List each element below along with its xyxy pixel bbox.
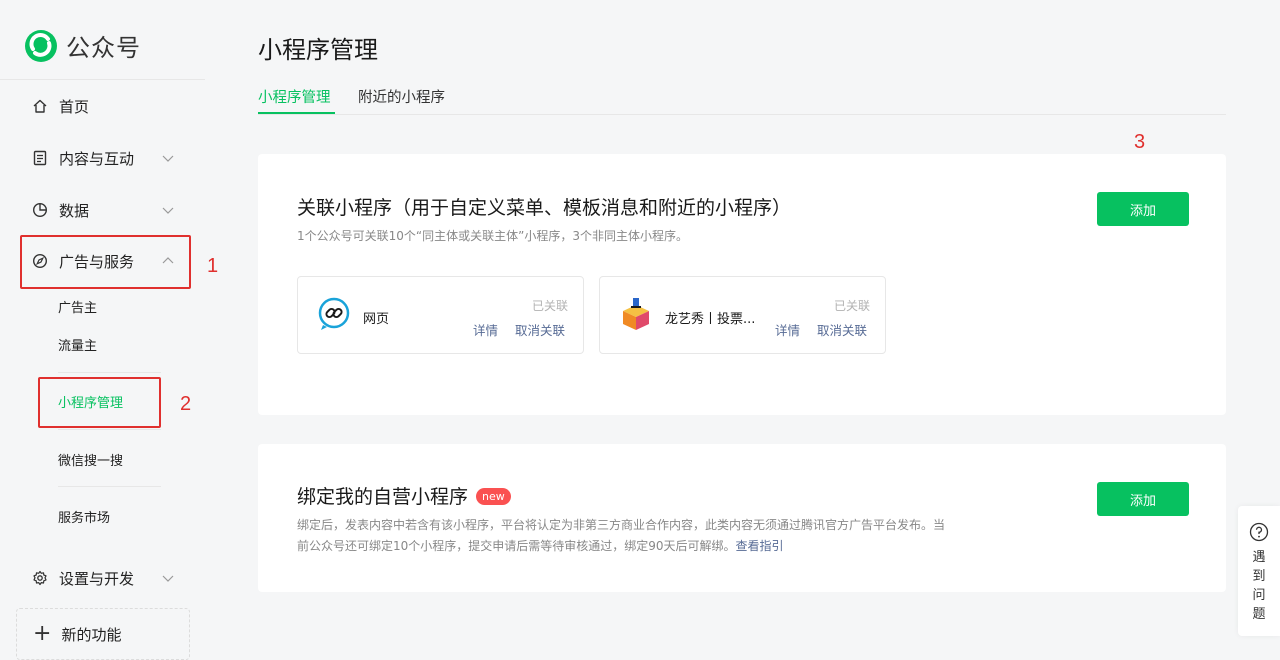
nav-settings-dev[interactable]: 设置与开发: [30, 566, 180, 590]
pie-chart-icon: [30, 200, 50, 220]
sidebar-item-miniprogram-management[interactable]: 小程序管理: [58, 392, 123, 411]
tab-miniprogram-management[interactable]: 小程序管理: [258, 86, 331, 107]
linked-miniprogram-item: 龙艺秀丨投票... 已关联 详情 取消关联: [599, 276, 886, 354]
card-title: 绑定我的自营小程序: [297, 486, 469, 508]
nav-label: 数据: [59, 201, 90, 220]
new-feature-button[interactable]: + 新的功能: [16, 608, 190, 660]
plus-icon: +: [33, 621, 52, 646]
logo[interactable]: 公众号: [24, 28, 141, 63]
card-title: 关联小程序（用于自定义菜单、模板消息和附近的小程序）: [297, 197, 792, 219]
divider: [58, 372, 161, 373]
chevron-down-icon: [162, 155, 174, 162]
nav-label: 内容与互动: [59, 149, 135, 168]
sidebar-item-advertiser[interactable]: 广告主: [58, 297, 97, 316]
nav-content-interaction[interactable]: 内容与互动: [30, 146, 180, 170]
wechat-official-logo-icon: [25, 29, 57, 62]
nav-label: 设置与开发: [59, 569, 135, 588]
nav-home[interactable]: 首页: [30, 94, 180, 118]
page-title: 小程序管理: [258, 36, 378, 64]
help-floating-button[interactable]: 遇到问题: [1238, 506, 1280, 636]
link-icon: [318, 297, 350, 330]
divider: [58, 429, 161, 430]
logo-text: 公众号: [66, 34, 141, 62]
desc-line-1: 绑定后，发表内容中若含有该小程序，平台将认定为非第三方商业合作内容，此类内容无须…: [297, 518, 946, 532]
linked-miniprogram-item: 网页 已关联 详情 取消关联: [297, 276, 584, 354]
unlink-link[interactable]: 取消关联: [515, 320, 565, 339]
card-title-row: 绑定我的自营小程序 new: [297, 482, 511, 509]
nav-ads-services[interactable]: 广告与服务: [30, 249, 180, 273]
document-icon: [30, 148, 50, 168]
tab-bar: 小程序管理 附近的小程序: [258, 86, 1226, 115]
add-bind-miniprogram-button[interactable]: 添加: [1097, 482, 1189, 516]
miniprogram-name: 网页: [363, 312, 390, 327]
divider: [0, 79, 205, 80]
miniprogram-name: 龙艺秀丨投票...: [665, 312, 756, 327]
detail-link[interactable]: 详情: [775, 320, 800, 339]
tab-nearby-miniprograms[interactable]: 附近的小程序: [358, 86, 445, 107]
divider: [58, 486, 161, 487]
card-description: 1个公众号可关联10个“同主体或关联主体”小程序，3个非同主体小程序。: [297, 229, 688, 243]
new-feature-label: 新的功能: [61, 625, 122, 644]
home-icon: [30, 96, 50, 116]
view-guide-link[interactable]: 查看指引: [736, 539, 784, 553]
gear-icon: [30, 568, 50, 588]
help-label: 遇到问题: [1252, 550, 1266, 622]
desc-line-2: 前公众号还可绑定10个小程序，提交申请后需等待审核通过，绑定90天后可解绑。: [297, 539, 736, 553]
active-tab-indicator: [258, 112, 335, 114]
chevron-up-icon: [162, 257, 174, 264]
chevron-down-icon: [162, 207, 174, 214]
miniprogram-status: 已关联: [833, 299, 870, 313]
chevron-down-icon: [162, 575, 174, 582]
unlink-link[interactable]: 取消关联: [817, 320, 867, 339]
miniprogram-status: 已关联: [531, 299, 568, 313]
annotation-number-3: 3: [1134, 131, 1146, 153]
add-linked-miniprogram-button[interactable]: 添加: [1097, 192, 1189, 226]
sidebar-item-wechat-search[interactable]: 微信搜一搜: [58, 450, 123, 469]
annotation-number-2: 2: [180, 393, 192, 415]
bind-miniprogram-card: 绑定我的自营小程序 new 绑定后，发表内容中若含有该小程序，平台将认定为非第三方…: [258, 444, 1226, 592]
sidebar-item-publisher[interactable]: 流量主: [58, 335, 97, 354]
detail-link[interactable]: 详情: [473, 320, 498, 339]
annotation-number-1: 1: [207, 255, 219, 277]
compass-icon: [30, 251, 50, 271]
new-badge: new: [476, 488, 511, 505]
nav-label: 广告与服务: [59, 252, 135, 271]
sidebar-item-service-market[interactable]: 服务市场: [58, 507, 110, 526]
nav-data[interactable]: 数据: [30, 198, 180, 222]
desc-line-2-wrap: 前公众号还可绑定10个小程序，提交申请后需等待审核通过，绑定90天后可解绑。查看…: [297, 536, 1037, 557]
linked-miniprograms-card: 关联小程序（用于自定义菜单、模板消息和附近的小程序） 1个公众号可关联10个“同…: [258, 154, 1226, 415]
cube-icon: [623, 298, 649, 330]
sidebar: 公众号 首页 内容与互动 数据 广告与服务 广告主 流量主 小程序管理 微信搜一…: [0, 0, 205, 660]
nav-label: 首页: [59, 97, 90, 116]
question-icon: [1249, 522, 1269, 542]
card-description: 绑定后，发表内容中若含有该小程序，平台将认定为非第三方商业合作内容，此类内容无须…: [297, 515, 1037, 557]
